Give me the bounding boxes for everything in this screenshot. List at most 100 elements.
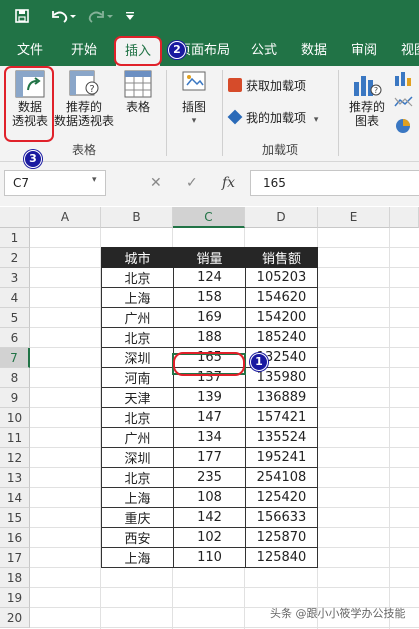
row-header[interactable]: 11 (0, 428, 30, 448)
city-cell[interactable]: 广州 (101, 307, 174, 328)
revenue-cell[interactable]: 105203 (245, 267, 318, 288)
quantity-cell[interactable]: 142 (173, 507, 246, 528)
quantity-cell[interactable]: 110 (173, 547, 246, 568)
city-cell[interactable]: 上海 (101, 547, 174, 568)
get-addins-button[interactable]: 获取加载项 (228, 78, 328, 93)
table-row: 北京 147 157421 (101, 407, 318, 428)
chevron-down-icon[interactable]: ▾ (92, 175, 97, 185)
revenue-cell[interactable]: 154620 (245, 287, 318, 308)
row-header[interactable]: 16 (0, 528, 30, 548)
city-cell[interactable]: 北京 (101, 267, 174, 288)
quantity-cell[interactable]: 188 (173, 327, 246, 348)
row-header[interactable]: 9 (0, 388, 30, 408)
recommended-charts-button[interactable]: ? 推荐的 图表 (344, 70, 390, 128)
row-header[interactable]: 20 (0, 608, 30, 628)
city-cell[interactable]: 北京 (101, 407, 174, 428)
revenue-cell[interactable]: 185240 (245, 327, 318, 348)
tab-view[interactable]: 视图 (392, 36, 419, 66)
city-cell[interactable]: 天津 (101, 387, 174, 408)
revenue-cell[interactable]: 136889 (245, 387, 318, 408)
table-button[interactable]: 表格 (118, 70, 158, 114)
revenue-cell[interactable]: 135524 (245, 427, 318, 448)
cancel-icon[interactable]: ✕ (150, 170, 162, 196)
city-cell[interactable]: 深圳 (101, 447, 174, 468)
line-chart-button[interactable] (392, 94, 416, 113)
formula-input[interactable]: 165 (250, 170, 419, 196)
column-header-e[interactable]: E (318, 207, 390, 228)
quantity-cell[interactable]: 235 (173, 467, 246, 488)
quantity-cell[interactable]: 169 (173, 307, 246, 328)
row-header[interactable]: 13 (0, 468, 30, 488)
quantity-cell[interactable]: 102 (173, 527, 246, 548)
select-all-corner[interactable] (0, 207, 30, 228)
row-header[interactable]: 19 (0, 588, 30, 608)
redo-icon[interactable] (86, 8, 116, 28)
header-city[interactable]: 城市 (101, 247, 174, 268)
column-header-d[interactable]: D (245, 207, 318, 228)
row-header[interactable]: 2 (0, 248, 30, 268)
city-cell[interactable]: 河南 (101, 367, 174, 388)
revenue-cell[interactable]: 156633 (245, 507, 318, 528)
row-header[interactable]: 4 (0, 288, 30, 308)
tab-review[interactable]: 审阅 (342, 36, 386, 66)
city-cell[interactable]: 北京 (101, 327, 174, 348)
header-quantity[interactable]: 销量 (173, 247, 246, 268)
quantity-cell[interactable]: 134 (173, 427, 246, 448)
revenue-cell[interactable]: 195241 (245, 447, 318, 468)
name-box[interactable]: C7 (4, 170, 106, 196)
undo-icon[interactable] (48, 8, 78, 28)
tab-formulas[interactable]: 公式 (242, 36, 286, 66)
revenue-cell[interactable]: 125870 (245, 527, 318, 548)
row-header[interactable]: 15 (0, 508, 30, 528)
city-cell[interactable]: 重庆 (101, 507, 174, 528)
table-header-row: 城市 销量 销售额 (101, 247, 318, 268)
quantity-cell[interactable]: 177 (173, 447, 246, 468)
row-header[interactable]: 8 (0, 368, 30, 388)
city-cell[interactable]: 上海 (101, 287, 174, 308)
revenue-cell[interactable]: 157421 (245, 407, 318, 428)
city-cell[interactable]: 西安 (101, 527, 174, 548)
quantity-cell[interactable]: 147 (173, 407, 246, 428)
row-header[interactable]: 10 (0, 408, 30, 428)
row-header[interactable]: 1 (0, 228, 30, 248)
column-chart-button[interactable] (392, 70, 416, 89)
row-header[interactable]: 7 (0, 348, 30, 368)
revenue-cell[interactable]: 254108 (245, 467, 318, 488)
customize-qat-icon[interactable] (122, 8, 138, 28)
city-cell[interactable]: 上海 (101, 487, 174, 508)
watermark-text: 头条 @跟小小筱学办公技能 (270, 607, 406, 620)
column-header-a[interactable]: A (30, 207, 101, 228)
row-header[interactable]: 6 (0, 328, 30, 348)
save-icon[interactable] (10, 8, 34, 28)
tab-file[interactable]: 文件 (8, 36, 52, 66)
row-header[interactable]: 3 (0, 268, 30, 288)
quantity-cell[interactable]: 108 (173, 487, 246, 508)
column-header-f[interactable] (390, 207, 419, 228)
column-header-b[interactable]: B (101, 207, 173, 228)
illustrations-button[interactable]: 插图 ▾ (172, 70, 216, 128)
row-header[interactable]: 18 (0, 568, 30, 588)
table-row: 重庆 142 156633 (101, 507, 318, 528)
header-revenue[interactable]: 销售额 (245, 247, 318, 268)
quantity-cell[interactable]: 158 (173, 287, 246, 308)
my-addins-button[interactable]: 我的加载项 ▾ (227, 109, 332, 127)
quantity-cell[interactable]: 124 (173, 267, 246, 288)
recommended-pivot-button[interactable]: ? 推荐的 数据透视表 (52, 70, 116, 128)
tab-data[interactable]: 数据 (292, 36, 336, 66)
revenue-cell[interactable]: 154200 (245, 307, 318, 328)
quantity-cell[interactable]: 139 (173, 387, 246, 408)
tab-home[interactable]: 开始 (62, 36, 106, 66)
row-header[interactable]: 14 (0, 488, 30, 508)
pie-chart-button[interactable] (392, 118, 416, 137)
revenue-cell[interactable]: 125840 (245, 547, 318, 568)
city-cell[interactable]: 北京 (101, 467, 174, 488)
revenue-cell[interactable]: 125420 (245, 487, 318, 508)
city-cell[interactable]: 深圳 (101, 347, 174, 368)
column-header-c[interactable]: C (173, 207, 245, 228)
row-header[interactable]: 12 (0, 448, 30, 468)
row-header[interactable]: 17 (0, 548, 30, 568)
city-cell[interactable]: 广州 (101, 427, 174, 448)
row-header[interactable]: 5 (0, 308, 30, 328)
confirm-icon[interactable]: ✓ (186, 170, 198, 196)
insert-function-icon[interactable]: fx (222, 170, 235, 196)
